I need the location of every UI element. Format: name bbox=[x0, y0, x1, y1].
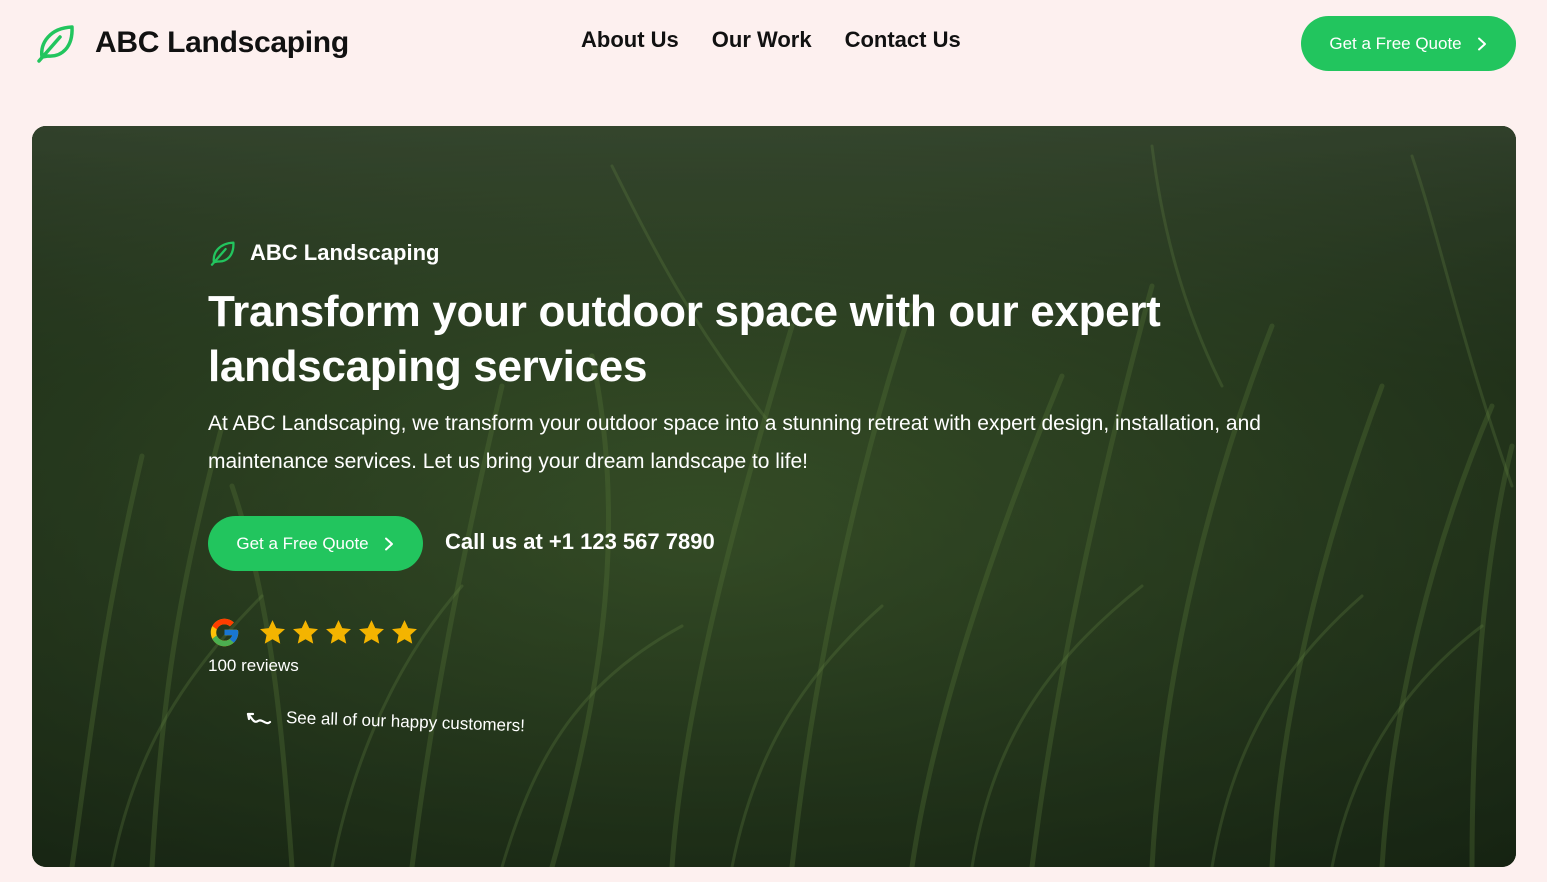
hero-title: Transform your outdoor space with our ex… bbox=[208, 287, 1161, 391]
star-icon bbox=[392, 620, 417, 644]
get-quote-hero-button[interactable]: Get a Free Quote bbox=[208, 516, 423, 571]
brand-name: ABC Landscaping bbox=[95, 26, 349, 59]
hero-brand: ABC Landscaping bbox=[210, 240, 439, 266]
google-g-icon bbox=[210, 618, 239, 647]
main-nav: About Us Our Work Contact Us bbox=[581, 27, 961, 53]
hero-description: At ABC Landscaping, we transform your ou… bbox=[208, 412, 1261, 473]
squiggle-arrow-icon bbox=[246, 712, 272, 725]
star-rating bbox=[258, 618, 419, 647]
get-quote-header-button[interactable]: Get a Free Quote bbox=[1301, 16, 1516, 71]
nav-our-work[interactable]: Our Work bbox=[712, 27, 812, 53]
leaf-icon bbox=[37, 25, 74, 63]
reviews-count: 100 reviews bbox=[208, 656, 299, 675]
chevron-right-icon bbox=[384, 537, 393, 550]
happy-customers-link[interactable]: See all of our happy customers! bbox=[244, 706, 525, 735]
chevron-right-icon bbox=[1477, 37, 1486, 50]
get-quote-hero-label: Get a Free Quote bbox=[236, 533, 369, 553]
google-rating bbox=[208, 616, 419, 649]
star-icon bbox=[326, 620, 351, 644]
phone-link[interactable]: Call us at +1 123 567 7890 bbox=[445, 529, 715, 555]
nav-about-us[interactable]: About Us bbox=[581, 27, 679, 53]
leaf-icon bbox=[210, 241, 235, 266]
nav-contact-us[interactable]: Contact Us bbox=[845, 27, 961, 53]
hero-brand-name: ABC Landscaping bbox=[250, 240, 440, 265]
star-icon bbox=[359, 620, 384, 644]
hero-section: ABC Landscaping Transform your outdoor s… bbox=[32, 126, 1516, 867]
grass-background-image bbox=[32, 126, 1516, 867]
get-quote-header-label: Get a Free Quote bbox=[1329, 33, 1462, 53]
star-icon bbox=[260, 620, 285, 644]
star-icon bbox=[293, 620, 318, 644]
brand[interactable]: ABC Landscaping bbox=[36, 22, 349, 64]
